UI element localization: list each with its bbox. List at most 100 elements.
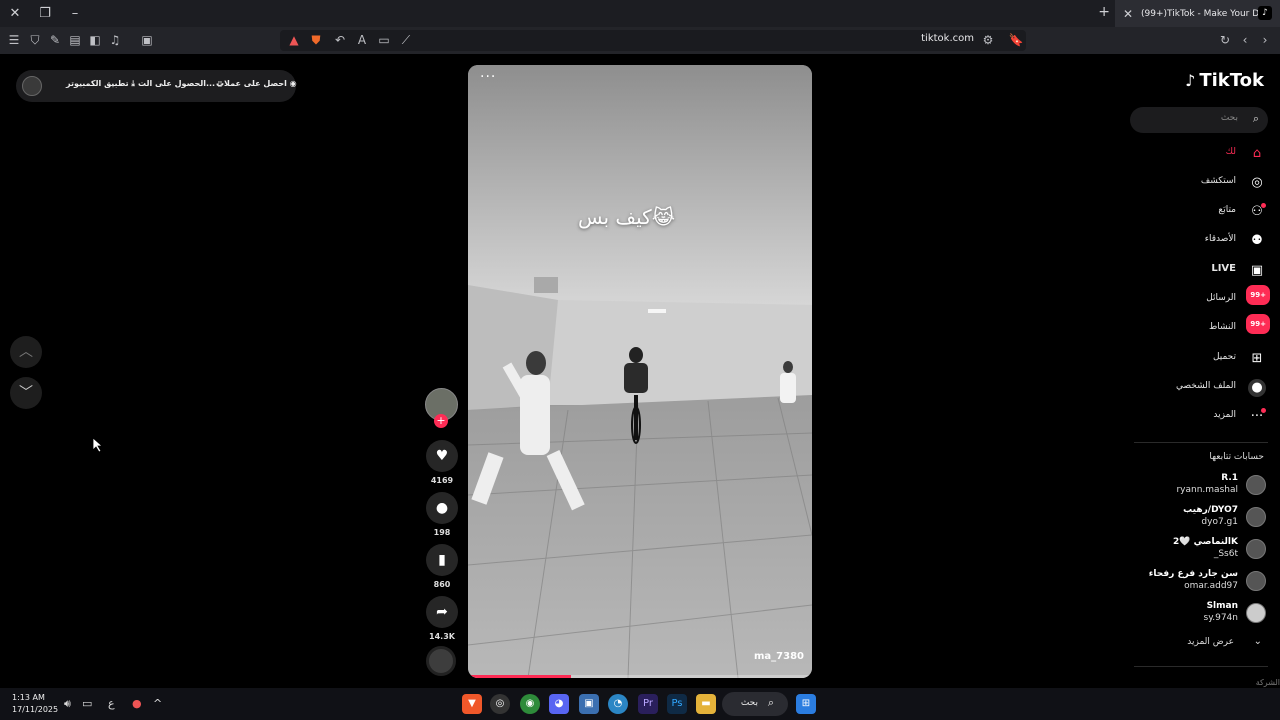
get-desktop-app-link[interactable]: تطبيق الكمبيوتر ⤓ <box>66 79 135 89</box>
share-button[interactable]: ➦ <box>426 596 458 628</box>
edge-app-icon[interactable]: ◔ <box>608 694 628 714</box>
followed-account[interactable]: النماصي 🤍2K _Ss6t <box>1126 536 1266 564</box>
get-coins-link[interactable]: احصل على عملات ◉ <box>216 79 297 88</box>
nav-explore[interactable]: ◎ استكشف <box>1146 172 1266 194</box>
taskbar-search[interactable]: بحث ⌕ <box>722 692 788 716</box>
close-window-icon[interactable]: ✕ <box>6 5 24 23</box>
tray-overflow-icon[interactable]: ^ <box>153 697 162 710</box>
brave-shield-icon[interactable]: ⛊ <box>308 32 324 48</box>
pin-icon[interactable]: ✎ <box>47 32 63 48</box>
restore-window-icon[interactable]: ❐ <box>36 5 54 23</box>
browser-tab-bar: ✕ ❐ – + ✕ (99+)TikTok - Make Your Day ♪ <box>0 0 1280 27</box>
nav-label: النشاط <box>1208 322 1236 332</box>
reader-icon[interactable]: ▤ <box>67 32 83 48</box>
search-input[interactable]: بحث ⌕ <box>1130 107 1268 133</box>
nav-more[interactable]: ··· المزيد <box>1146 406 1266 428</box>
tiktok-logo[interactable]: ♪ TikTok <box>1185 70 1264 91</box>
chrome-app-icon[interactable]: ◉ <box>520 694 540 714</box>
chevron-down-icon: ⌄ <box>1253 636 1262 647</box>
tiktok-page: تطبيق الكمبيوتر ⤓ الحصول على الت... ▯ اح… <box>0 54 1280 688</box>
menu-icon[interactable]: ☰ <box>6 32 22 48</box>
file-explorer-icon[interactable]: ▬ <box>696 694 716 714</box>
compass-icon: ◎ <box>1251 175 1263 190</box>
avatar <box>1246 475 1266 495</box>
music-disc-icon[interactable] <box>426 646 456 676</box>
share-count: 14.3K <box>429 632 455 641</box>
brave-rewards-icon[interactable]: ▲ <box>286 32 302 48</box>
following-accounts-title: حسابات تتابعها <box>1209 452 1264 462</box>
share-icon: ➦ <box>436 604 448 620</box>
nav-profile[interactable]: ● الملف الشخصي <box>1146 377 1266 399</box>
follow-plus-icon[interactable]: + <box>434 414 448 428</box>
video-progress-bar[interactable] <box>468 675 812 678</box>
bookmark-icon[interactable]: 🔖 <box>1008 32 1024 48</box>
mouse-cursor <box>93 438 103 452</box>
forward-icon[interactable]: › <box>1257 32 1273 48</box>
nav-following[interactable]: ⚇ متابَع <box>1146 201 1266 223</box>
photoshop-app-icon[interactable]: Ps <box>667 694 687 714</box>
get-app-link[interactable]: الحصول على الت... ▯ <box>138 79 222 88</box>
nav-label: الملف الشخصي <box>1176 381 1236 391</box>
nav-label: المزيد <box>1213 410 1236 420</box>
system-clock[interactable]: 1:13 AM 17/11/2025 <box>12 692 58 716</box>
previous-video-button[interactable]: ︿ <box>10 336 42 368</box>
company-link[interactable]: الشركة <box>1256 678 1280 687</box>
followed-account[interactable]: R.1 ryann.mashal <box>1126 472 1266 500</box>
new-tab-button[interactable]: + <box>1098 4 1110 20</box>
live-icon: ▣ <box>1250 263 1264 278</box>
site-settings-icon[interactable]: ⚙ <box>980 32 996 48</box>
nav-for-you[interactable]: ⌂ لك <box>1146 143 1266 165</box>
microphone-icon[interactable]: ● <box>132 697 142 710</box>
translate-icon[interactable]: A <box>354 32 370 48</box>
avatar[interactable] <box>22 76 42 96</box>
video-more-icon[interactable]: ··· <box>480 69 496 85</box>
nav-upload[interactable]: ⊞ تحميل <box>1146 348 1266 370</box>
save-button[interactable]: ▮ <box>426 544 458 576</box>
followed-account[interactable]: سن جارد فرع رفحاء omar.add97 <box>1126 568 1266 596</box>
sidebar-icon[interactable]: ◧ <box>87 32 103 48</box>
tab-tiktok[interactable]: ✕ (99+)TikTok - Make Your Day ♪ <box>1115 0 1280 27</box>
discord-app-icon[interactable]: ◕ <box>549 694 569 714</box>
video-username[interactable]: ma_7380 <box>754 651 804 662</box>
network-icon[interactable]: ▭ <box>82 697 92 710</box>
avatar <box>1246 603 1266 623</box>
home-icon: ⌂ <box>1252 146 1262 161</box>
download-icon: ⤓ <box>131 79 135 88</box>
premiere-app-icon[interactable]: Pr <box>638 694 658 714</box>
comment-button[interactable]: ● <box>426 492 458 524</box>
brave-app-icon[interactable]: ▼ <box>462 694 482 714</box>
nav-live[interactable]: ▣ LIVE <box>1146 260 1266 282</box>
minimize-window-icon[interactable]: – <box>66 5 84 23</box>
followed-account[interactable]: Slman sy.974n <box>1126 600 1266 628</box>
back-icon[interactable]: ‹ <box>1237 32 1253 48</box>
cast-icon[interactable]: ▭ <box>376 32 392 48</box>
nav-activity[interactable]: ▭99+ النشاط <box>1146 314 1270 340</box>
nav-friends[interactable]: ⚉ الأصدقاء <box>1146 230 1266 252</box>
like-button[interactable]: ♥ <box>426 440 458 472</box>
search-icon[interactable]: ⌕ <box>1253 112 1259 126</box>
followed-account[interactable]: رهيب/DYO7 dyo7.g1 <box>1126 504 1266 532</box>
speaker-icon[interactable]: 🔊︎ <box>64 697 71 711</box>
windows-start-icon[interactable]: ⊞ <box>796 694 816 714</box>
chevron-down-icon: ﹀ <box>19 385 33 401</box>
bookmark-icon: ▮ <box>438 552 446 568</box>
wallet-icon[interactable]: ▣ <box>139 32 155 48</box>
music-icon[interactable]: ♫ <box>107 32 123 48</box>
shield-icon[interactable]: ⛉ <box>27 32 43 48</box>
account-name: رهيب/DYO7 <box>1183 505 1238 515</box>
undo-icon[interactable]: ↶ <box>332 32 348 48</box>
app-window-icon[interactable]: ▣ <box>579 694 599 714</box>
reload-icon[interactable]: ↻ <box>1217 32 1233 48</box>
tab-close-icon[interactable]: ✕ <box>1119 7 1137 21</box>
nav-messages[interactable]: ➢99+ الرسائل <box>1146 285 1270 311</box>
extension-icon[interactable]: ⟋ <box>398 32 414 48</box>
address-bar[interactable]: ▲ ⛊ ↶ A ▭ ⟋ tiktok.com ⚙ <box>280 30 1026 51</box>
video-player[interactable]: ··· كيف بس😹 ma_7380 <box>468 65 812 678</box>
steam-app-icon[interactable]: ◎ <box>490 694 510 714</box>
next-video-button[interactable]: ﹀ <box>10 377 42 409</box>
account-handle: dyo7.g1 <box>1201 517 1238 527</box>
os-taskbar: 1:13 AM 17/11/2025 🔊︎ ▭ ع ● ^ ▼ ◎ ◉ ◕ ▣ … <box>0 688 1280 720</box>
video-caption: كيف بس😹 <box>578 205 676 229</box>
input-language[interactable]: ع <box>108 697 115 710</box>
see-more-button[interactable]: عرض المزيد ⌄ <box>1146 636 1266 652</box>
